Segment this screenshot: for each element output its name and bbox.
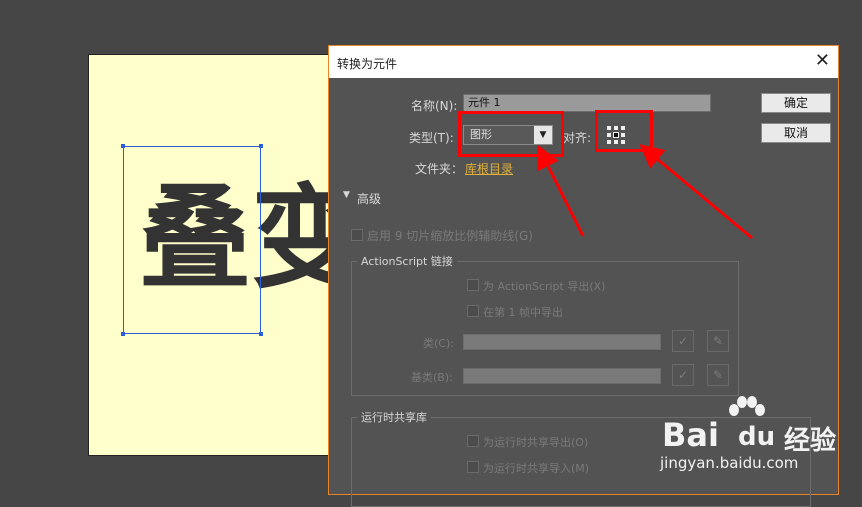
arrow-to-align [639, 144, 753, 240]
watermark-brand: Bai [662, 416, 719, 454]
baidu-jingyan-watermark: Bai du 经验 jingyan.baidu.com [658, 396, 858, 476]
arrow-to-type [537, 144, 585, 237]
watermark-url: jingyan.baidu.com [660, 454, 799, 472]
watermark-brand-suffix: du [738, 422, 776, 452]
watermark-product: 经验 [784, 426, 837, 456]
